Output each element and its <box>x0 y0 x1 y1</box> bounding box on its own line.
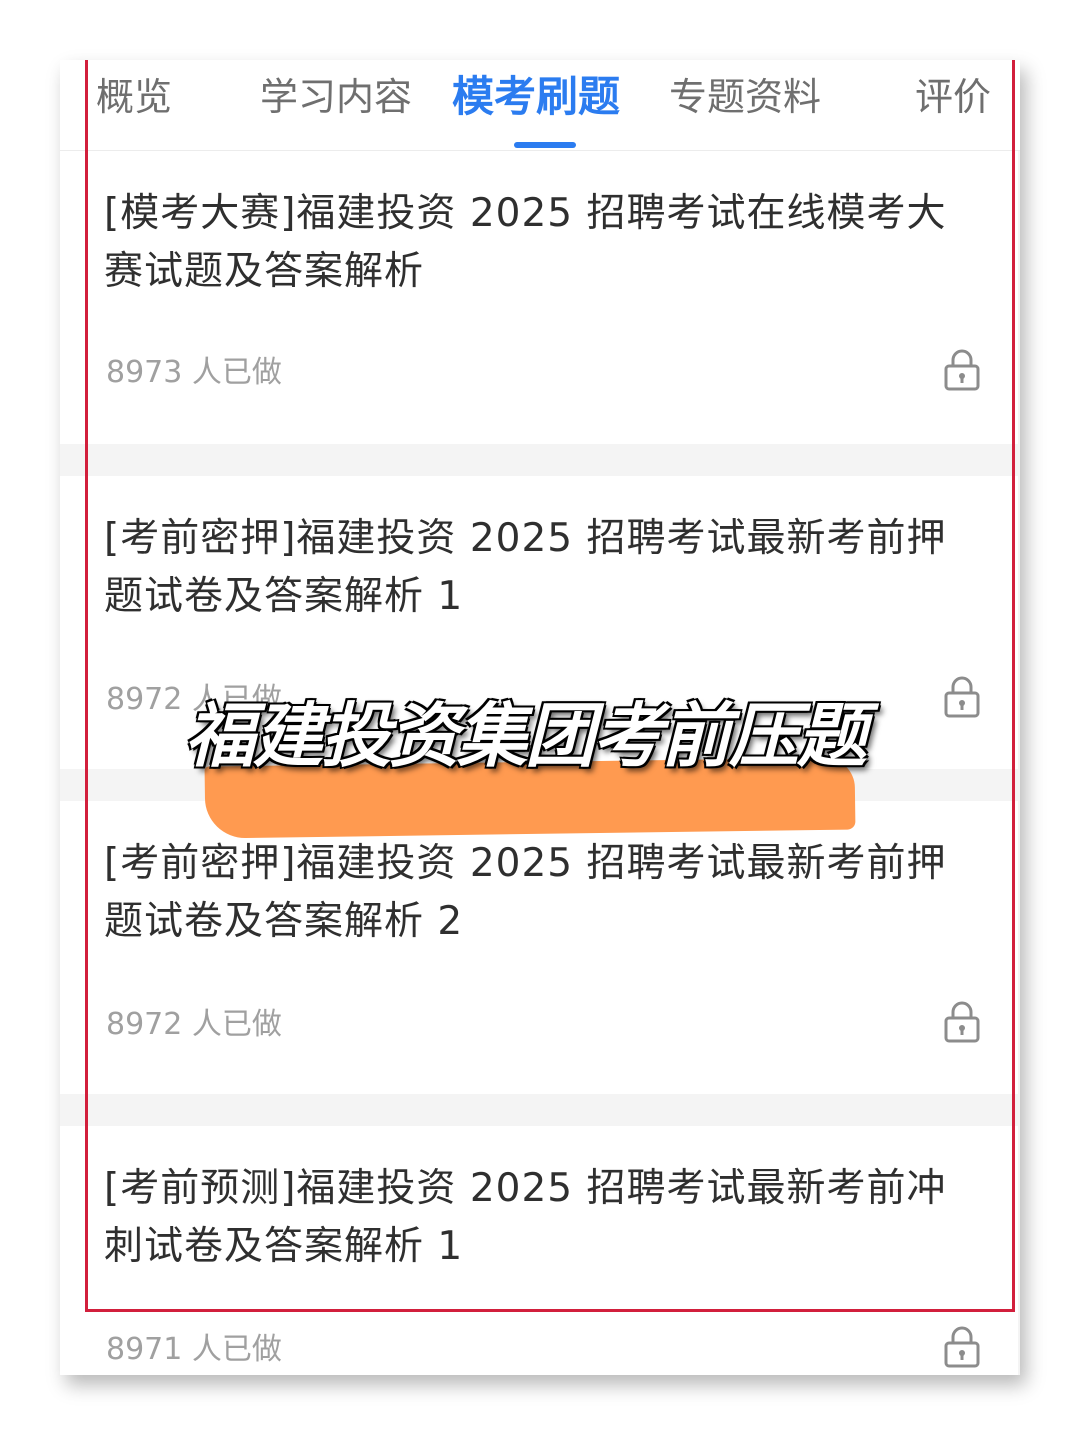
tab-topic-materials[interactable]: 专题资料 <box>669 66 821 121</box>
tab-learning-content[interactable]: 学习内容 <box>260 66 412 121</box>
lock-icon <box>944 1326 980 1368</box>
exam-attempt-count: 8973 人已做 <box>106 355 282 390</box>
exam-card[interactable]: [考前密押]福建投资 2025 招聘考试最新考前押题试卷及答案解析 2 8972… <box>60 801 1018 1094</box>
exam-attempt-count: 8971 人已做 <box>106 1332 282 1367</box>
lock-icon <box>944 1001 980 1043</box>
exam-title: [考前预测]福建投资 2025 招聘考试最新考前冲刺试卷及答案解析 1 <box>104 1166 947 1269</box>
overlay-caption: 福建投资集团考前压题 <box>185 695 867 777</box>
tab-bar: 概览 学习内容 模考刷题 专题资料 评价 <box>60 60 1020 151</box>
exam-title: [模考大赛]福建投资 2025 招聘考试在线模考大赛试题及答案解析 <box>104 191 947 294</box>
exam-attempt-count: 8972 人已做 <box>106 1007 282 1042</box>
tab-reviews[interactable]: 评价 <box>915 66 991 121</box>
tab-overview[interactable]: 概览 <box>96 66 172 121</box>
tab-mock-exams[interactable]: 模考刷题 <box>452 63 620 124</box>
lock-icon <box>944 349 980 391</box>
active-tab-indicator <box>514 142 576 148</box>
exam-title: [考前密押]福建投资 2025 招聘考试最新考前押题试卷及答案解析 2 <box>104 841 947 944</box>
lock-icon <box>944 676 980 718</box>
exam-title: [考前密押]福建投资 2025 招聘考试最新考前押题试卷及答案解析 1 <box>104 516 947 619</box>
exam-card[interactable]: [考前预测]福建投资 2025 招聘考试最新考前冲刺试卷及答案解析 1 8971… <box>60 1126 1018 1375</box>
exam-card[interactable]: [模考大赛]福建投资 2025 招聘考试在线模考大赛试题及答案解析 8973 人… <box>60 151 1018 444</box>
